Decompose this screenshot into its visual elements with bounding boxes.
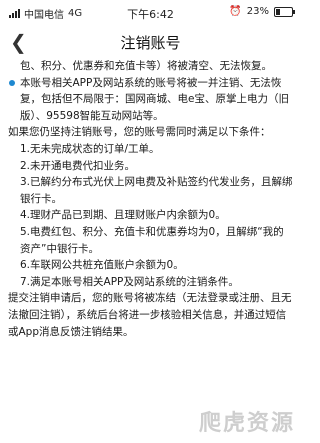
bullet-paragraph: 本账号相关APP及网站系统的账号将被一并注销、无法恢复，包括但不局限于：国网商城… <box>8 75 293 125</box>
page-title: 注销账号 <box>120 34 181 52</box>
status-bar: 中国电信 4G 下午6:42 ⏰ 23% <box>0 0 301 26</box>
battery-percent: 23% <box>246 6 269 17</box>
condition-item: 4.理财产品已到期、且理财账户内余额为0。 <box>20 209 226 222</box>
condition-item: 2.未开通电费代扣业务。 <box>20 159 136 172</box>
condition-item: 3.已解约分布式光伏上网电费及补贴签约代发业务，且解绑银行卡。 <box>20 176 293 205</box>
watermark: 爬虎资源 <box>198 411 295 436</box>
battery-icon <box>274 6 295 17</box>
alarm-icon: ⏰ <box>229 6 242 17</box>
condition-item: 6.车联网公共桩充值账户余额为0。 <box>20 259 184 272</box>
bullet-dot-icon <box>9 79 15 86</box>
condition-item: 7.满足本账号相关APP及网站系统的注销条件。 <box>20 275 239 288</box>
status-right: ⏰ 23% <box>229 6 295 17</box>
condition-item: 1.无未完成状态的订单/工单。 <box>20 142 160 155</box>
content-area: 包、积分、优惠券和充值卡等）将被清空、无法恢复。 本账号相关APP及网站系统的账… <box>8 58 293 340</box>
paragraph-top-fragment: 包、积分、优惠券和充值卡等）将被清空、无法恢复。 <box>20 60 272 72</box>
nav-bar: ❮ 注销账号 <box>0 26 301 60</box>
footer-notice: 提交注销申请后，您的账号将被冻结（无法登录或注册、且无法撤回注销），系统后台将进… <box>8 292 292 338</box>
conditions-intro: 如果您仍坚持注销账号，您的账号需同时满足以下条件： <box>8 126 271 139</box>
condition-item: 5.电费红包、积分、充值卡和优惠券均为0，且解绑“我的资产”中银行卡。 <box>20 225 284 255</box>
bullet-text: 本账号相关APP及网站系统的账号将被一并注销、无法恢复，包括但不局限于：国网商城… <box>20 76 289 122</box>
